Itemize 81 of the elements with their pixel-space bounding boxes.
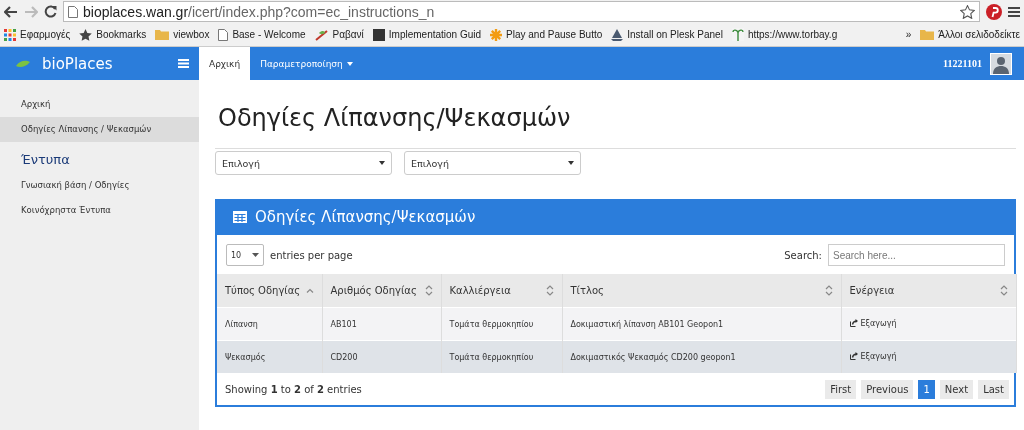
folder-icon xyxy=(920,29,935,40)
caret-icon xyxy=(379,161,385,165)
bookmark[interactable]: Εφαρμογές xyxy=(4,28,71,41)
table-cell: Τομάτα θερμοκηπίου xyxy=(441,307,562,341)
pagination-button[interactable]: Last xyxy=(978,379,1009,399)
star-outline-icon[interactable] xyxy=(960,4,975,19)
leaf-logo-icon xyxy=(16,59,30,68)
sidebar-heading: Έντυπα xyxy=(20,151,71,169)
table-cell: Ψεκασμός xyxy=(217,340,322,373)
apps-grid-icon xyxy=(4,28,16,41)
bookmark[interactable]: https://www.torbay.g xyxy=(731,28,838,41)
column-header[interactable]: Καλλιέργεια xyxy=(441,274,562,308)
dark-square-icon xyxy=(372,28,385,41)
caret-icon xyxy=(346,61,353,66)
pagination-button[interactable]: Next xyxy=(939,379,974,399)
bookmark[interactable]: Install on Plesk Panel xyxy=(611,28,723,41)
nav-tab[interactable]: Αρχική xyxy=(199,47,251,80)
brand-name[interactable]: bioPlaces xyxy=(42,54,113,73)
caret-icon xyxy=(568,161,574,165)
filter-select[interactable]: Επιλογή xyxy=(404,151,581,175)
bookmark[interactable]: Bookmarks xyxy=(79,28,147,41)
back-arrow-icon[interactable] xyxy=(4,5,18,18)
page-size-select[interactable]: 10 xyxy=(226,244,264,266)
table-cell: Δοκιμαστικός Ψεκασμός CD200 geopon1 xyxy=(562,340,841,373)
table-cell: Λίπανση xyxy=(217,307,322,341)
sort-icon xyxy=(545,285,554,296)
asterisk-icon xyxy=(490,28,503,41)
export-icon xyxy=(849,352,858,361)
user-id[interactable]: 11221101 xyxy=(943,58,982,69)
avatar-icon[interactable] xyxy=(990,52,1012,75)
entries-info: Showing 1 to 2 of 2 entries xyxy=(225,383,362,395)
pagination-button[interactable]: First xyxy=(825,379,857,399)
sidebar-item[interactable]: Γνωσιακή βάση / Οδηγίες xyxy=(0,173,199,198)
search-field[interactable]: Search here... xyxy=(828,244,1005,266)
bookmark-folder[interactable]: Άλλοι σελιδοδείκτε xyxy=(920,29,1020,40)
column-header[interactable]: Τίτλος xyxy=(562,274,841,308)
sort-icon xyxy=(999,285,1008,296)
filter-select[interactable]: Επιλογή xyxy=(215,151,392,175)
table-cell: Δοκιμαστική λίπανση AB101 Geopon1 xyxy=(562,307,841,341)
sail-icon xyxy=(611,28,624,41)
more-bookmarks-button[interactable]: » xyxy=(905,29,912,40)
folder-icon xyxy=(155,29,170,40)
sort-up-icon xyxy=(305,288,314,293)
bookmark[interactable]: Play and Pause Butto xyxy=(490,28,603,41)
sidebar-item[interactable]: Κοινόχρηστα Έντυπα xyxy=(0,198,199,223)
table-icon xyxy=(233,211,247,223)
pagination-button[interactable]: Previous xyxy=(861,379,914,399)
reload-icon[interactable] xyxy=(44,5,57,18)
address-bar[interactable]: bioplaces.wan.gr/icert/index.php?com=ec_instructions_n xyxy=(63,1,980,22)
sort-icon xyxy=(824,285,833,296)
sidebar-item[interactable]: Οδηγίες Λίπανσης / Ψεκασμών xyxy=(0,117,199,142)
url-text: bioplaces.wan.gr/icert/index.php?com=ec_instructions_n xyxy=(83,3,435,20)
menu-icon[interactable] xyxy=(1008,5,1020,18)
panel-title: Οδηγίες Λίπανσης/Ψεκασμών xyxy=(255,208,476,226)
sidebar-item[interactable]: Αρχική xyxy=(0,92,199,117)
pagination-button[interactable]: 1 xyxy=(918,379,935,399)
bookmark[interactable]: Base - Welcome xyxy=(218,28,306,41)
column-header[interactable]: Αριθμός Οδηγίας xyxy=(322,274,441,308)
column-header[interactable]: Τύπος Οδηγίας xyxy=(217,274,322,308)
caret-icon xyxy=(252,253,259,257)
page-icon xyxy=(68,5,78,18)
star-icon xyxy=(79,28,93,41)
pin-badge-icon[interactable] xyxy=(986,3,1002,20)
search-label: Search: xyxy=(784,249,822,261)
table-cell: AB101 xyxy=(322,307,441,341)
bookmark[interactable]: viewbox xyxy=(155,29,210,40)
page-title: Οδηγίες Λίπανσης/Ψεκασμών xyxy=(215,104,1016,149)
table-cell: Τομάτα θερμοκηπίου xyxy=(441,340,562,373)
entries-label: entries per page xyxy=(270,249,353,261)
page-icon xyxy=(218,28,229,41)
bookmark[interactable]: Implementation Guid xyxy=(372,28,482,41)
export-link[interactable]: Εξαγωγή xyxy=(849,351,897,361)
column-header[interactable]: Ενέργεια xyxy=(841,274,1016,308)
nav-tab[interactable]: Παραμετροποίηση xyxy=(250,47,363,80)
sort-icon xyxy=(424,285,433,296)
palm-tree-icon xyxy=(731,28,744,41)
plant-icon xyxy=(314,28,329,41)
bookmark[interactable]: Ραβανί xyxy=(314,28,364,41)
export-icon xyxy=(849,319,858,328)
export-link[interactable]: Εξαγωγή xyxy=(849,318,897,328)
table-cell: CD200 xyxy=(322,340,441,373)
